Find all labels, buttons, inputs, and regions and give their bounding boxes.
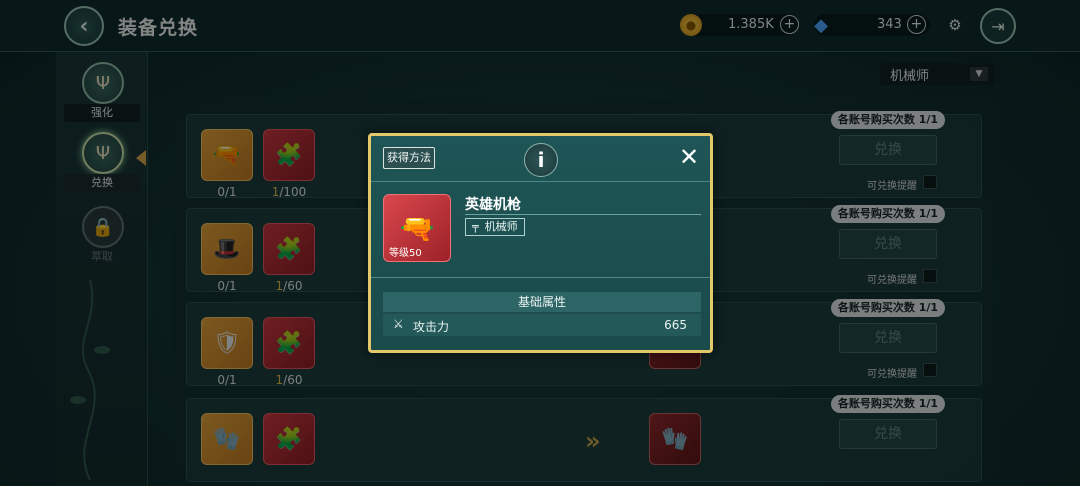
- class-tag-label: 机械师: [484, 220, 518, 233]
- section-divider: [371, 277, 710, 278]
- popup-header: 获得方法 i ✕: [371, 136, 710, 182]
- stat-name: 攻击力: [413, 320, 450, 334]
- stat-row: ⚔ 攻击力 665: [383, 314, 701, 336]
- item-level: 等级50: [389, 248, 422, 259]
- stat-section-title: 基础属性: [383, 292, 701, 312]
- info-icon[interactable]: i: [524, 143, 558, 177]
- acquire-method-button[interactable]: 获得方法: [383, 147, 435, 169]
- class-tag: ╤ 机械师: [465, 218, 525, 236]
- stat-value: 665: [664, 318, 687, 332]
- gun-icon: ╤: [472, 220, 479, 233]
- item-name: 英雄机枪: [465, 197, 521, 213]
- close-icon[interactable]: ✕: [676, 145, 702, 171]
- crossed-swords-icon: ⚔: [393, 317, 404, 331]
- name-divider: [465, 214, 701, 215]
- item-info-popup: 获得方法 i ✕ 🔫 等级50 英雄机枪 ╤ 机械师 基础属性 ⚔ 攻击力 66…: [368, 133, 713, 353]
